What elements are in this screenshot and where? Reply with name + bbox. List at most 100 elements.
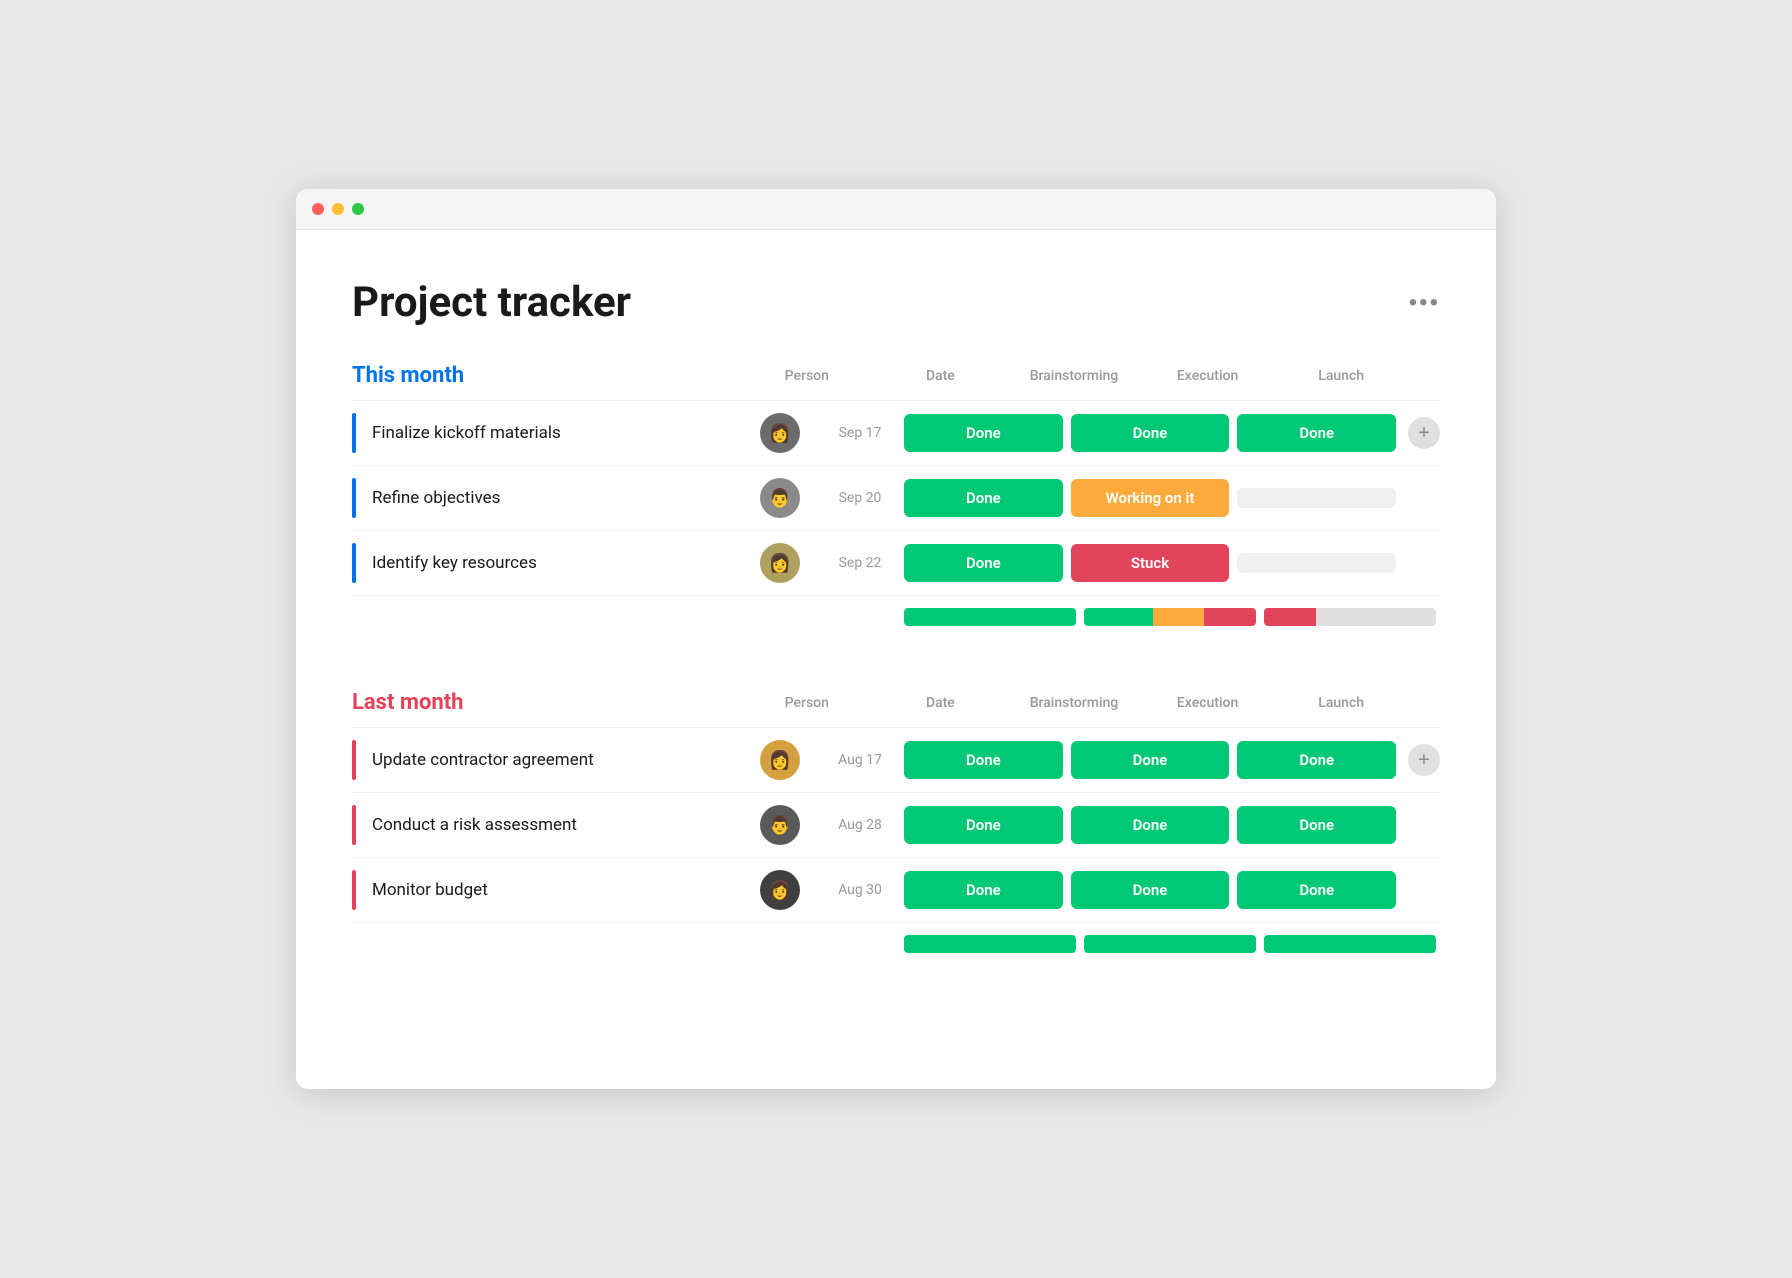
status-badge-done[interactable]: Done bbox=[1237, 414, 1396, 452]
table-row: Refine objectives 👨Sep 20DoneWorking on i… bbox=[352, 465, 1440, 530]
table-body: Update contractor agreement👩Aug 17DoneDo… bbox=[352, 727, 1440, 965]
maximize-dot[interactable] bbox=[352, 203, 364, 215]
status-badge-working[interactable]: Working on it bbox=[1071, 479, 1230, 517]
bar-segment-1 bbox=[1316, 608, 1436, 626]
cell-status-1[interactable]: Done bbox=[1067, 741, 1234, 779]
table-row: Conduct a risk assessment👨Aug 28DoneDone… bbox=[352, 792, 1440, 857]
cell-status-2[interactable]: Done bbox=[1233, 871, 1400, 909]
avatar: 👨 bbox=[760, 478, 800, 518]
page-title: Project tracker bbox=[352, 278, 631, 327]
summary-person-spacer bbox=[740, 608, 820, 626]
cell-status-2[interactable]: Done bbox=[1233, 741, 1400, 779]
add-row-button[interactable]: + bbox=[1408, 744, 1440, 776]
bar-segment-2 bbox=[1204, 608, 1256, 626]
col-header-launch: Launch bbox=[1274, 695, 1408, 711]
section-header-row: Last monthPersonDateBrainstormingExecuti… bbox=[352, 690, 1440, 715]
status-badge-done[interactable]: Done bbox=[904, 871, 1063, 909]
cell-status-1[interactable]: Done bbox=[1067, 871, 1234, 909]
status-badge-done[interactable]: Done bbox=[1071, 741, 1230, 779]
cell-status-2[interactable] bbox=[1233, 553, 1400, 573]
cell-status-1[interactable]: Stuck bbox=[1067, 544, 1234, 582]
task-name: Update contractor agreement bbox=[372, 750, 594, 770]
status-badge-done[interactable]: Done bbox=[1071, 806, 1230, 844]
cell-date: Sep 17 bbox=[820, 425, 900, 441]
add-row-button[interactable]: + bbox=[1408, 417, 1440, 449]
status-badge-done[interactable]: Done bbox=[1071, 414, 1230, 452]
avatar: 👨 bbox=[760, 805, 800, 845]
summary-bar-cell-2 bbox=[1260, 935, 1440, 953]
column-headers: PersonDateBrainstormingExecutionLaunch bbox=[732, 368, 1440, 384]
row-data: 👩Sep 22DoneStuck bbox=[732, 543, 1440, 583]
status-badge-empty[interactable] bbox=[1237, 488, 1396, 508]
task-name: Conduct a risk assessment bbox=[372, 815, 577, 835]
app-window: Project tracker ••• This monthPersonDate… bbox=[296, 189, 1496, 1089]
summary-bar-2 bbox=[1264, 608, 1436, 626]
status-badge-done[interactable]: Done bbox=[904, 479, 1063, 517]
close-dot[interactable] bbox=[312, 203, 324, 215]
cell-status-1[interactable]: Working on it bbox=[1067, 479, 1234, 517]
cell-status-0[interactable]: Done bbox=[900, 871, 1067, 909]
cell-status-2[interactable]: Done bbox=[1233, 806, 1400, 844]
col-header-brainstorming: Brainstorming bbox=[1007, 368, 1141, 384]
avatar: 👩 bbox=[760, 740, 800, 780]
cell-status-0[interactable]: Done bbox=[900, 414, 1067, 452]
row-data: 👩Aug 30DoneDoneDone bbox=[732, 870, 1440, 910]
status-badge-empty[interactable] bbox=[1237, 553, 1396, 573]
status-badge-done[interactable]: Done bbox=[904, 741, 1063, 779]
bar-segment-0 bbox=[1264, 608, 1316, 626]
more-options-button[interactable]: ••• bbox=[1409, 289, 1440, 317]
title-bar bbox=[296, 189, 1496, 230]
status-badge-done[interactable]: Done bbox=[1071, 871, 1230, 909]
cell-status-2[interactable] bbox=[1233, 488, 1400, 508]
col-header-person: Person bbox=[740, 695, 874, 711]
avatar: 👩 bbox=[760, 413, 800, 453]
task-name-cell: Update contractor agreement bbox=[352, 728, 732, 792]
cell-status-0[interactable]: Done bbox=[900, 544, 1067, 582]
col-header-date: Date bbox=[874, 695, 1008, 711]
status-badge-done[interactable]: Done bbox=[904, 414, 1063, 452]
task-name-cell: Monitor budget bbox=[352, 858, 732, 922]
table-row: Identify key resources 👩Sep 22DoneStuck bbox=[352, 530, 1440, 595]
minimize-dot[interactable] bbox=[332, 203, 344, 215]
bar-segment-0 bbox=[904, 935, 1076, 953]
summary-data bbox=[732, 935, 1440, 953]
cell-status-1[interactable]: Done bbox=[1067, 806, 1234, 844]
task-border bbox=[352, 478, 356, 518]
cell-person: 👩 bbox=[740, 740, 820, 780]
avatar: 👩 bbox=[760, 543, 800, 583]
cell-status-1[interactable]: Done bbox=[1067, 414, 1234, 452]
task-name: Refine objectives bbox=[372, 488, 500, 508]
cell-date: Aug 17 bbox=[820, 752, 900, 768]
row-data: 👨Sep 20DoneWorking on it bbox=[732, 478, 1440, 518]
summary-bar-1 bbox=[1084, 935, 1256, 953]
bar-segment-0 bbox=[1084, 935, 1256, 953]
col-header-execution: Execution bbox=[1141, 368, 1275, 384]
page-header: Project tracker ••• bbox=[352, 278, 1440, 327]
col-header-date: Date bbox=[874, 368, 1008, 384]
task-name-cell: Conduct a risk assessment bbox=[352, 793, 732, 857]
page-content: Project tracker ••• This monthPersonDate… bbox=[296, 230, 1496, 1065]
task-name: Monitor budget bbox=[372, 880, 488, 900]
status-badge-done[interactable]: Done bbox=[904, 544, 1063, 582]
task-name: Identify key resources bbox=[372, 553, 537, 573]
col-header-person: Person bbox=[740, 368, 874, 384]
cell-status-2[interactable]: Done bbox=[1233, 414, 1400, 452]
status-badge-done[interactable]: Done bbox=[1237, 871, 1396, 909]
cell-status-0[interactable]: Done bbox=[900, 741, 1067, 779]
col-header-execution: Execution bbox=[1141, 695, 1275, 711]
status-badge-stuck[interactable]: Stuck bbox=[1071, 544, 1230, 582]
status-badge-done[interactable]: Done bbox=[1237, 806, 1396, 844]
bar-segment-0 bbox=[1264, 935, 1436, 953]
summary-row bbox=[352, 595, 1440, 638]
row-data: 👩Sep 17DoneDoneDone+ bbox=[732, 413, 1440, 453]
cell-status-0[interactable]: Done bbox=[900, 479, 1067, 517]
summary-bar-cell-0 bbox=[900, 608, 1080, 626]
status-badge-done[interactable]: Done bbox=[1237, 741, 1396, 779]
section-this-month: This monthPersonDateBrainstormingExecuti… bbox=[352, 363, 1440, 638]
row-data: 👩Aug 17DoneDoneDone+ bbox=[732, 740, 1440, 780]
column-headers: PersonDateBrainstormingExecutionLaunch bbox=[732, 695, 1440, 711]
cell-status-0[interactable]: Done bbox=[900, 806, 1067, 844]
status-badge-done[interactable]: Done bbox=[904, 806, 1063, 844]
summary-bar-1 bbox=[1084, 608, 1256, 626]
table-row: Update contractor agreement👩Aug 17DoneDo… bbox=[352, 727, 1440, 792]
